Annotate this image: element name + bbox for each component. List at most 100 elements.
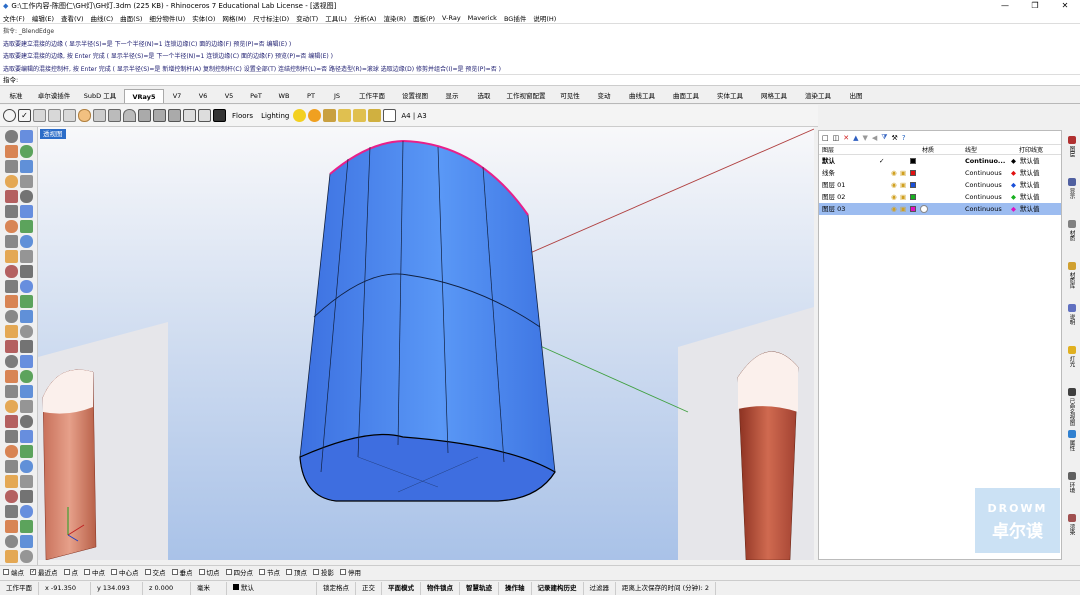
osnap-toggle[interactable]: 中心点 — [111, 567, 139, 577]
menu-item[interactable]: Maverick — [468, 14, 497, 22]
close-button[interactable]: ✕ — [1050, 0, 1080, 12]
arc-icon[interactable] — [20, 160, 33, 173]
status-toggle[interactable]: 操作轴 — [499, 581, 532, 595]
teapot-icon[interactable] — [78, 109, 91, 122]
menu-item[interactable]: 实体(O) — [192, 13, 215, 23]
header-material[interactable]: 材质 — [922, 145, 934, 154]
checkbox[interactable] — [3, 569, 9, 575]
osnap-toggle[interactable]: 节点 — [259, 567, 280, 577]
render-icon[interactable] — [20, 400, 33, 413]
toolbar-tab[interactable]: V5 — [216, 89, 242, 103]
viewport-canvas[interactable] — [38, 127, 814, 560]
status-toggle[interactable]: 过滤器 — [584, 581, 616, 595]
checkbox[interactable] — [84, 569, 90, 575]
layer-row[interactable]: 图层 03 ◉ ▣ Continuous ◆ 默认值 — [819, 203, 1061, 215]
layer-icon[interactable] — [5, 400, 18, 413]
layer-print-width[interactable]: 默认值 — [1020, 179, 1040, 191]
toolbar-tab[interactable]: 卓尔谟插件 — [32, 89, 76, 103]
layer-print-width[interactable]: 默认值 — [1020, 203, 1040, 215]
toolbar-tab[interactable]: 实体工具 — [708, 89, 752, 103]
grasshopper-icon[interactable] — [5, 445, 18, 458]
toolbar-tab[interactable]: 可见性 — [552, 89, 588, 103]
frame-buffer-icon[interactable] — [63, 109, 76, 122]
maximize-button[interactable]: ❐ — [1020, 0, 1050, 12]
rectangle-icon[interactable] — [5, 175, 18, 188]
taper-icon[interactable] — [20, 520, 33, 533]
checkbox[interactable] — [198, 569, 205, 575]
check-icon[interactable] — [20, 355, 33, 368]
toolbar-tab[interactable]: PT — [298, 89, 324, 103]
checkbox[interactable] — [63, 569, 70, 575]
osnap-toggle[interactable]: 垂点 — [171, 567, 193, 577]
select-icon[interactable] — [5, 130, 18, 143]
side-tab[interactable]: 图层 — [1064, 136, 1079, 157]
checkbox[interactable] — [111, 569, 117, 575]
menu-item[interactable]: 工具(L) — [325, 13, 347, 23]
toolbar-tab[interactable]: 曲面工具 — [664, 89, 708, 103]
status-toggle[interactable]: 物件锁点 — [421, 581, 460, 595]
layer-linetype[interactable]: Continuous — [965, 167, 1002, 179]
grid-icon[interactable] — [20, 475, 33, 488]
toolbar-tab[interactable]: 变动 — [588, 89, 620, 103]
toolbar-tab[interactable]: 曲线工具 — [620, 89, 664, 103]
bulb-icon[interactable] — [293, 109, 307, 122]
osnap-toggle[interactable]: 投影 — [313, 567, 334, 577]
menu-item[interactable]: 曲线(C) — [91, 13, 114, 23]
menu-item[interactable]: 网格(M) — [222, 13, 246, 23]
status-toggle[interactable]: 平面模式 — [382, 581, 421, 595]
check-icon[interactable]: ✓ — [18, 109, 31, 122]
status-toggle[interactable]: 距离上次保存的时间 (分钟): 2 — [616, 581, 717, 595]
osnap-toggle[interactable]: 中点 — [84, 567, 105, 577]
layer-row[interactable]: 图层 01 ◉ ▣ Continuous ◆ 默认值 — [819, 179, 1061, 191]
checkbox[interactable] — [313, 569, 319, 575]
properties-icon[interactable] — [5, 355, 18, 368]
bulb-icon[interactable]: ◉ — [891, 203, 897, 215]
status-toggle[interactable]: 正交 — [356, 581, 382, 595]
perspective-viewport[interactable] — [38, 127, 814, 560]
side-tab[interactable]: 灯光 — [1064, 346, 1079, 367]
layer-color-swatch[interactable] — [910, 158, 916, 164]
side-tab[interactable]: 环境 — [1064, 472, 1079, 493]
layer-linetype[interactable]: Continuous — [965, 191, 1002, 203]
polygon-icon[interactable] — [20, 175, 33, 188]
minimize-button[interactable]: — — [990, 0, 1020, 12]
layer-color-swatch[interactable] — [910, 194, 916, 200]
osnap-toggle[interactable]: 顶点 — [286, 567, 307, 577]
toolbar-tab[interactable]: 选取 — [468, 89, 500, 103]
toolbar-tab[interactable]: 设置视图 — [394, 89, 436, 103]
cylinder-icon[interactable] — [5, 250, 18, 263]
section-icon[interactable] — [20, 550, 33, 563]
tools-icon[interactable]: ⚒ — [892, 134, 898, 142]
text-icon[interactable] — [5, 385, 18, 398]
offset-icon[interactable] — [5, 205, 18, 218]
hatch-icon[interactable] — [20, 385, 33, 398]
fillet-icon[interactable] — [20, 190, 33, 203]
point-icon[interactable] — [20, 130, 33, 143]
smash-icon[interactable] — [5, 535, 18, 548]
surface-icon[interactable] — [20, 205, 33, 218]
layer-linetype[interactable]: Continuous — [965, 179, 1002, 191]
fur-icon[interactable] — [153, 109, 166, 122]
light-icon[interactable] — [323, 109, 337, 122]
layer-print-width[interactable]: 默认值 — [1020, 191, 1040, 203]
circle-icon[interactable] — [5, 160, 18, 173]
menu-item[interactable]: 文件(F) — [3, 13, 25, 23]
move-icon[interactable] — [20, 265, 33, 278]
lamp-icon[interactable] — [108, 109, 121, 122]
light-icon[interactable] — [20, 415, 33, 428]
delete-layer-icon[interactable]: ✕ — [843, 134, 849, 142]
lock-icon[interactable]: ▣ — [900, 203, 906, 215]
menu-item[interactable]: BG插件 — [504, 13, 526, 23]
grid-icon[interactable] — [183, 109, 196, 122]
osnap-toggle[interactable]: 交点 — [144, 567, 166, 577]
checkbox[interactable] — [340, 569, 346, 575]
mirror-icon[interactable] — [20, 295, 33, 308]
layer-print-width[interactable]: 默认值 — [1020, 155, 1040, 167]
toolbar-tab[interactable]: VRay5 — [124, 89, 164, 103]
header-print[interactable]: 打印线宽 — [1019, 145, 1043, 154]
side-tab[interactable]: 渲染 — [1064, 514, 1079, 535]
toolbar-tab[interactable]: 显示 — [436, 89, 468, 103]
toolbar-tab[interactable]: 网格工具 — [752, 89, 796, 103]
analyze-icon[interactable] — [5, 370, 18, 383]
split-icon[interactable] — [5, 325, 18, 338]
